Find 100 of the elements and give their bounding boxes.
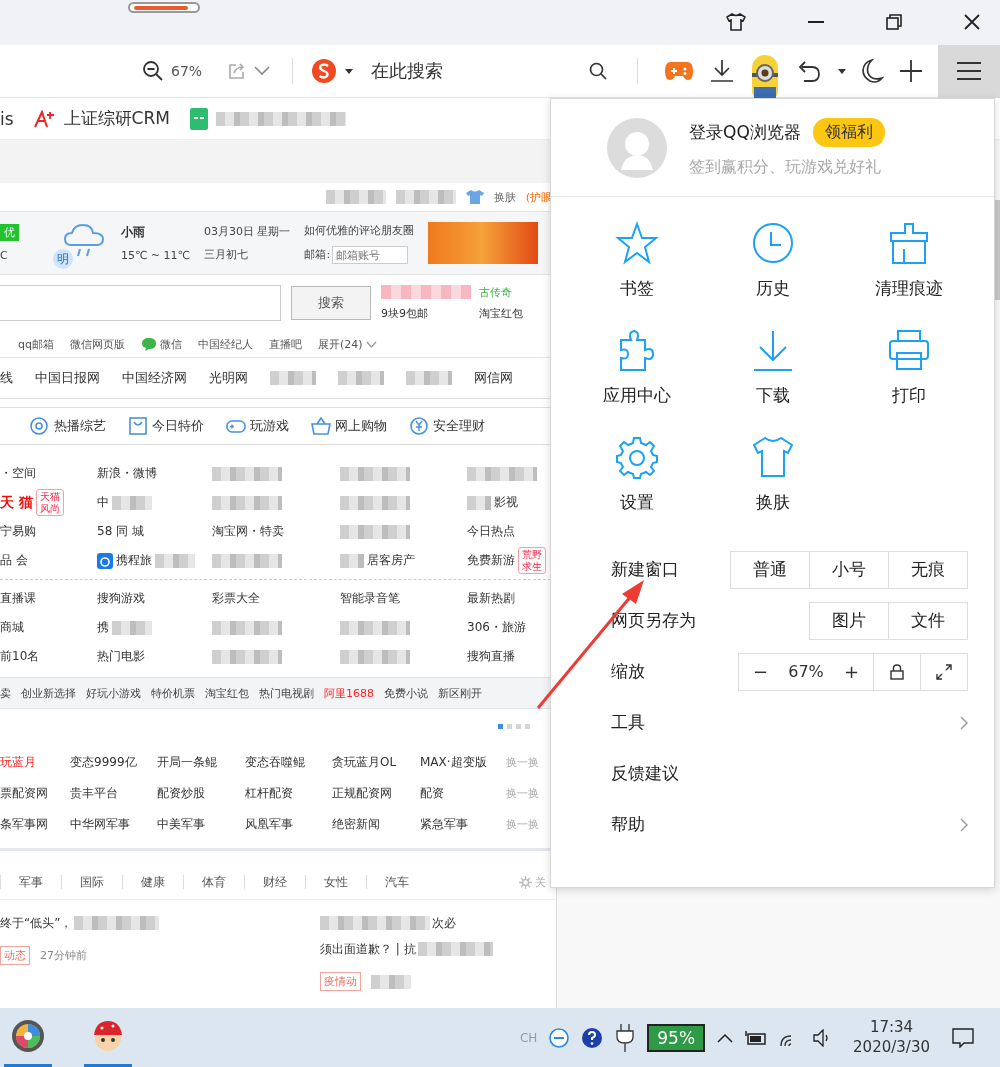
menu-tile[interactable]: 设置 [569,435,705,514]
category-link[interactable]: 今日特价 [152,417,204,435]
site-link[interactable]: 携程旅 [116,552,152,569]
search-icon[interactable] [589,62,607,80]
site-link[interactable]: 品 会 [0,552,28,569]
menu-tile[interactable]: 换肤 [705,435,841,514]
menu-tile[interactable]: 书签 [569,221,705,300]
news-tab[interactable]: 健康 [141,873,165,891]
site-link[interactable]: 彩票大全 [212,590,260,607]
gamepad-icon[interactable] [226,417,246,435]
game-link[interactable]: 中华网军事 [70,817,130,831]
headline-link[interactable]: 如何优雅的评论朋友圈 [304,222,415,238]
game-link[interactable]: 配资 [420,786,444,800]
basket-icon[interactable] [311,417,331,435]
chevron-down-icon[interactable] [365,340,377,348]
close-icon[interactable] [964,14,980,30]
news-tab[interactable]: 体育 [202,873,226,891]
battery-icon[interactable] [745,1029,768,1046]
chat-bubble-icon[interactable] [140,337,157,351]
hot-link[interactable]: 热门电视剧 [259,685,314,701]
site-link[interactable]: 今日热点 [467,523,515,540]
clock-date[interactable]: 2020/3/30 [853,1037,930,1057]
letter-a-plus-icon[interactable] [33,109,56,128]
zoom-in-button[interactable]: + [839,661,863,682]
scrollbar-thumb[interactable] [995,200,1000,300]
undo-icon[interactable] [796,59,822,83]
chevron-up-icon[interactable] [717,1032,734,1043]
option-button[interactable]: 普通 [730,550,810,589]
site-link[interactable]: 智能录音笔 [340,590,400,607]
site-link[interactable]: 中国日报网 [35,369,100,387]
shopping-bag-icon[interactable] [128,417,148,435]
menu-item[interactable]: 缩放 [611,660,645,683]
game-link[interactable]: 正规配资网 [332,786,392,800]
download-icon[interactable] [710,59,734,83]
quick-link[interactable]: 微信 [159,336,182,352]
game-link[interactable]: 贪玩蓝月OL [332,755,397,769]
site-link[interactable]: 搜狗游戏 [97,590,145,607]
search-field[interactable]: 在此搜索 [371,59,444,83]
game-link[interactable]: 贵丰平台 [70,786,118,800]
site-link[interactable]: 热门电影 [97,648,145,665]
site-link[interactable]: 前10名 [0,648,40,665]
search-button[interactable]: 搜索 [291,286,371,320]
game-link[interactable]: 配资炒股 [157,786,205,800]
site-link[interactable]: 居客房产 [367,552,415,569]
game-link[interactable]: MAX·超变版 [420,755,487,769]
game-link[interactable]: 票配资网 [0,786,48,800]
zoom-level[interactable]: 67% [171,63,203,79]
bookmark-item[interactable]: is [0,108,14,129]
option-button[interactable]: 文件 [888,601,968,640]
game-link[interactable]: 条军事网 [0,817,48,831]
promo-link[interactable]: 淘宝红包 [479,306,523,321]
option-button[interactable]: 图片 [809,601,889,640]
help-icon[interactable] [581,1026,604,1049]
game-link[interactable]: 绝密新闻 [332,817,380,831]
mail-field[interactable]: 邮箱账号 [332,245,409,264]
site-link[interactable]: 网信网 [474,369,513,387]
news-tab[interactable]: 女性 [324,873,348,891]
hot-link[interactable]: 好玩小游戏 [86,685,141,701]
zoom-out-button[interactable]: − [749,661,773,682]
news-tab[interactable]: 国际 [80,873,104,891]
search-engine-logo-icon[interactable] [311,58,338,84]
menu-item[interactable]: 帮助 [611,813,645,836]
site-link[interactable]: 最新热剧 [467,590,515,607]
hot-link[interactable]: 免费小说 [384,685,428,701]
menu-tile[interactable]: 历史 [705,221,841,300]
menu-item[interactable]: 新建窗口 [611,558,679,581]
hot-link[interactable]: 阿里1688 [324,685,374,701]
category-link[interactable]: 热播综艺 [54,417,106,435]
menu-tile[interactable]: 清理痕迹 [841,221,977,300]
news-headline[interactable]: 次必 [432,914,456,932]
news-headline[interactable]: 终于“低头”， [0,914,73,932]
site-link[interactable]: 宁易购 [0,523,36,540]
game-link[interactable]: 风凰军事 [245,817,293,831]
news-tab[interactable]: 军事 [19,873,43,891]
site-link[interactable]: 线 [0,369,13,387]
option-button[interactable]: 小号 [809,550,889,589]
menu-tile[interactable]: 应用中心 [569,328,705,407]
news-tab[interactable]: 汽车 [385,873,409,891]
site-link[interactable]: 天 猫 [0,493,33,512]
site-link[interactable]: 306・旅游 [467,619,526,636]
search-field[interactable] [0,285,281,321]
menu-tile[interactable]: 打印 [841,328,977,407]
share-icon[interactable] [228,62,247,80]
site-link[interactable]: 影视 [494,494,518,511]
ad-banner-placeholder[interactable] [428,222,539,264]
skin-link[interactable]: 换肤 [493,189,516,205]
site-link[interactable]: 中 [97,494,109,511]
news-headline[interactable]: 须出面道歉？ | 抗 [320,940,416,958]
quick-link[interactable]: 微信网页版 [69,336,125,352]
news-tab[interactable]: 财经 [263,873,287,891]
game-link[interactable]: 中美军事 [157,817,205,831]
plus-icon[interactable] [900,60,922,82]
option-button[interactable]: 无痕 [888,550,968,589]
notification-icon[interactable] [952,1027,974,1048]
category-link[interactable]: 玩游戏 [250,417,289,435]
battery-level[interactable]: 95% [647,1023,706,1052]
chevron-down-icon[interactable] [254,66,271,76]
moon-icon[interactable] [862,59,884,83]
menu-item[interactable]: 反馈建议 [611,762,679,785]
hot-link[interactable]: 特价机票 [151,685,195,701]
